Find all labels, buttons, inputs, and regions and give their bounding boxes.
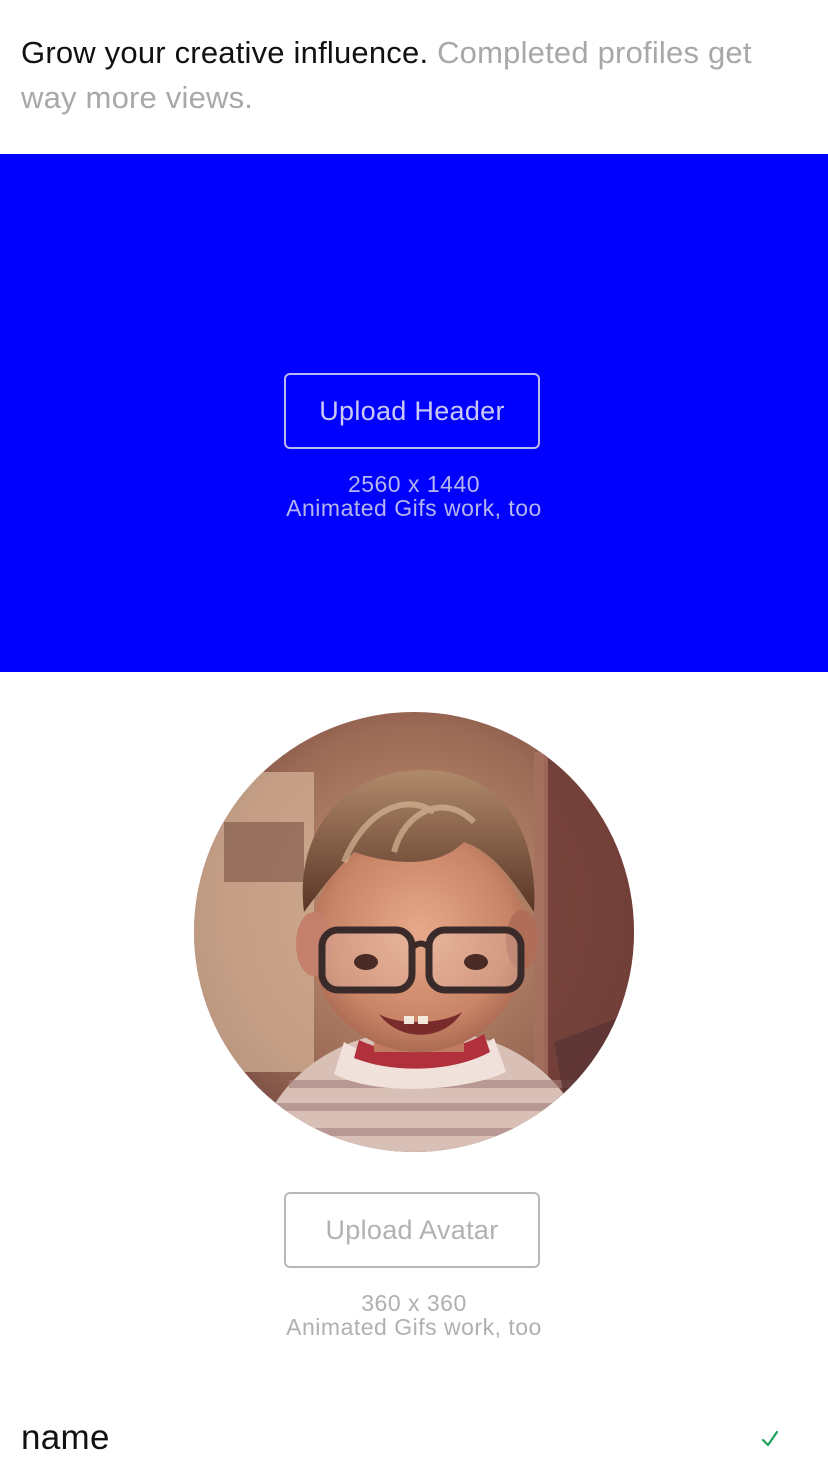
upload-header-button[interactable]: Upload Header [284,373,540,449]
intro-text: Grow your creative influence. Completed … [21,30,801,120]
avatar-image[interactable] [194,712,634,1152]
upload-avatar-button[interactable]: Upload Avatar [284,1192,540,1268]
check-icon [761,1430,779,1447]
header-image-area[interactable]: Upload Header 2560 x 1440 Animated Gifs … [0,154,828,672]
profile-setup-page: Grow your creative influence. Completed … [0,0,828,1472]
avatar-photo [194,712,634,1152]
name-field-label: name [21,1418,110,1457]
intro-lead: Grow your creative influence. [21,35,429,70]
header-upload-hint: 2560 x 1440 Animated Gifs work, too [0,472,828,520]
avatar-gif-note: Animated Gifs work, too [286,1314,542,1340]
avatar-size-text: 360 x 360 [361,1290,467,1316]
avatar-upload-hint: 360 x 360 Animated Gifs work, too [0,1291,828,1339]
header-gif-note: Animated Gifs work, too [286,495,542,521]
header-size-text: 2560 x 1440 [347,471,481,497]
